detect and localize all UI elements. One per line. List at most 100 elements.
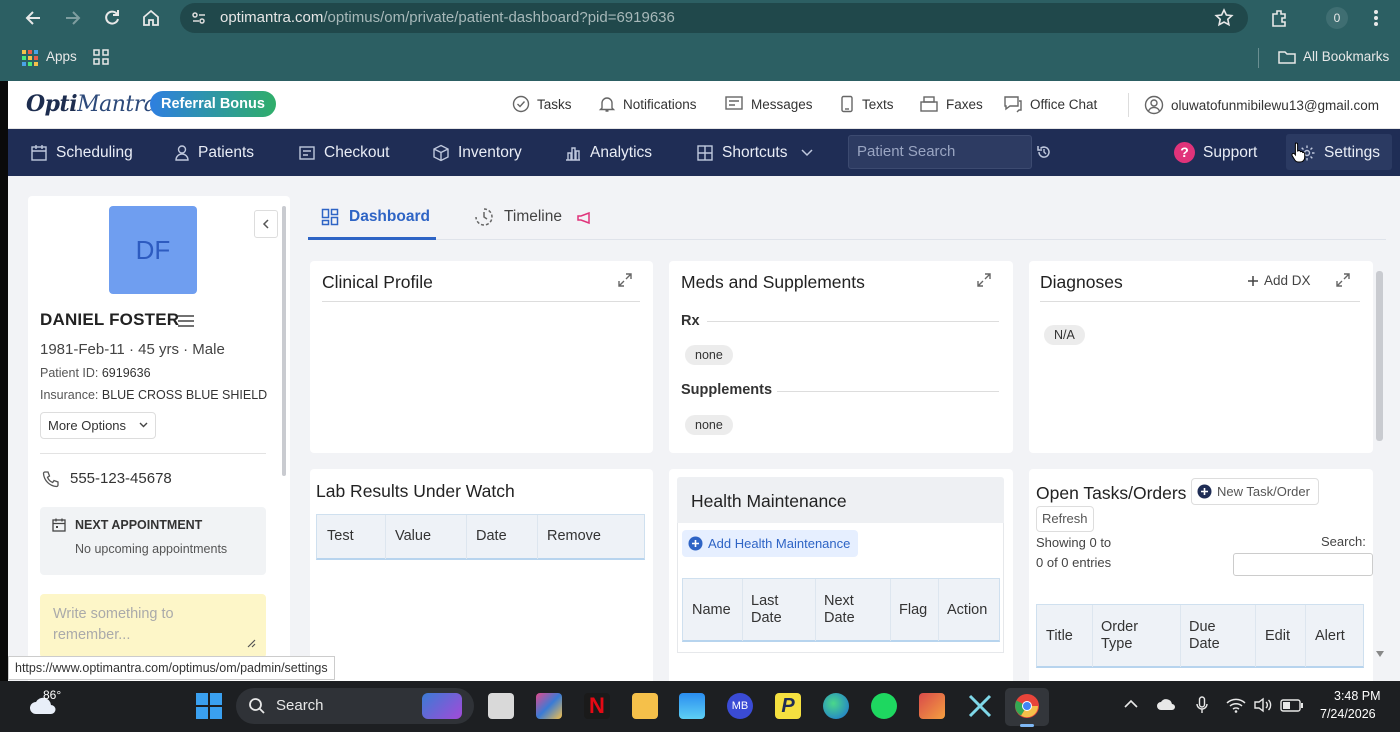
task-col-title[interactable]: Title: [1046, 628, 1073, 645]
patient-phone[interactable]: 555-123-45678: [70, 470, 172, 487]
add-dx-label: Add DX: [1264, 273, 1311, 288]
lab-col-remove[interactable]: Remove: [547, 528, 601, 545]
task-col-alert[interactable]: Alert: [1315, 628, 1345, 645]
task-col-order-type[interactable]: Order Type: [1101, 619, 1151, 653]
hm-col-next-date[interactable]: Next Date: [824, 593, 864, 627]
header-office-chat[interactable]: Office Chat: [1003, 95, 1097, 113]
edge-browser-icon[interactable]: [823, 693, 849, 719]
menu-kebab-icon[interactable]: [1372, 8, 1380, 28]
windows-start-icon[interactable]: [196, 693, 222, 719]
clock-date[interactable]: 7/24/2026: [1320, 707, 1376, 721]
megaphone-icon: [576, 211, 592, 225]
site-info-icon[interactable]: [191, 10, 207, 26]
add-health-maintenance-button[interactable]: Add Health Maintenance: [682, 530, 859, 557]
link-preview-url: https://www.optimantra.com/optimus/om/pa…: [8, 656, 335, 680]
onedrive-icon[interactable]: [1156, 697, 1176, 711]
reload-icon[interactable]: [102, 8, 122, 28]
referral-bonus-button[interactable]: Referral Bonus: [150, 91, 276, 117]
header-faxes[interactable]: Faxes: [919, 95, 983, 113]
tab-dashboard[interactable]: Dashboard: [308, 196, 436, 240]
forward-icon[interactable]: [62, 8, 82, 28]
clock-time[interactable]: 3:48 PM: [1334, 689, 1381, 703]
header-office-chat-label: Office Chat: [1030, 96, 1098, 112]
x-app-icon[interactable]: [967, 693, 993, 719]
hm-col-name[interactable]: Name: [692, 602, 731, 619]
open-tasks-table-header: Title Order Type Due Date Edit Alert: [1036, 604, 1364, 668]
volume-icon[interactable]: [1253, 697, 1273, 713]
battery-icon[interactable]: [1280, 699, 1304, 712]
user-account[interactable]: oluwatofunmibilewu13@gmail.com: [1144, 95, 1379, 115]
history-icon[interactable]: [1036, 144, 1052, 160]
lab-col-date[interactable]: Date: [476, 528, 507, 545]
mb-app-icon[interactable]: MB: [727, 693, 753, 719]
nav-patients[interactable]: Patients: [174, 129, 254, 176]
nav-shortcuts[interactable]: Shortcuts: [696, 129, 814, 176]
nav-settings[interactable]: Settings: [1298, 129, 1380, 176]
lab-col-value[interactable]: Value: [395, 528, 431, 545]
copilot-m365-icon[interactable]: [536, 693, 562, 719]
panel-scrollbar[interactable]: [282, 206, 286, 476]
nav-support[interactable]: ? Support: [1174, 129, 1257, 176]
task-view-icon[interactable]: [488, 693, 514, 719]
new-task-order-button[interactable]: New Task/Order: [1191, 478, 1319, 505]
col-sep: [815, 579, 816, 641]
patient-panel: DF DANIEL FOSTER 1981-Feb-11 · 45 yrs · …: [28, 196, 290, 681]
hm-col-flag[interactable]: Flag: [899, 602, 927, 619]
hamburger-icon[interactable]: [178, 314, 194, 328]
apps-grid-icon[interactable]: [22, 50, 38, 66]
tab-groups-icon[interactable]: [93, 49, 109, 65]
lab-col-test[interactable]: Test: [327, 528, 354, 545]
weather-temp[interactable]: 86°: [43, 688, 61, 702]
hm-col-last-date[interactable]: Last Date: [751, 593, 791, 627]
nav-checkout[interactable]: Checkout: [298, 129, 389, 176]
header-messages[interactable]: Messages: [724, 95, 813, 113]
taskbar-search-box[interactable]: Search: [236, 688, 474, 724]
expand-icon[interactable]: [1336, 273, 1350, 287]
chrome-icon[interactable]: [1014, 693, 1040, 719]
expand-icon[interactable]: [618, 273, 632, 287]
bookmark-star-icon[interactable]: [1214, 8, 1234, 28]
url-text[interactable]: optimantra.com/optimus/om/private/patien…: [220, 9, 675, 26]
all-bookmarks[interactable]: All Bookmarks: [1303, 49, 1389, 64]
game-app-icon[interactable]: [919, 693, 945, 719]
avatar: DF: [109, 206, 197, 294]
profile-badge[interactable]: 0: [1326, 7, 1348, 29]
netflix-icon[interactable]: N: [584, 693, 610, 719]
spotify-icon[interactable]: [871, 693, 897, 719]
extensions-icon[interactable]: [1269, 8, 1289, 28]
tray-overflow-chevron-icon[interactable]: [1124, 699, 1138, 708]
tab-timeline[interactable]: Timeline: [466, 196, 606, 240]
add-dx-button[interactable]: Add DX: [1247, 273, 1311, 288]
wifi-icon[interactable]: [1226, 697, 1246, 713]
refresh-button[interactable]: Refresh: [1036, 506, 1094, 532]
header-texts[interactable]: Texts: [839, 95, 894, 113]
file-explorer-icon[interactable]: [632, 693, 658, 719]
more-options-dropdown[interactable]: More Options: [40, 412, 156, 439]
tasks-search-input[interactable]: [1233, 553, 1373, 576]
apps-label[interactable]: Apps: [46, 49, 77, 64]
logo-text-b: Mantra: [77, 92, 157, 117]
resize-handle-icon[interactable]: [247, 639, 256, 648]
microphone-icon[interactable]: [1196, 696, 1208, 714]
expand-icon[interactable]: [977, 273, 991, 287]
collapse-panel-button[interactable]: [254, 210, 278, 238]
back-icon[interactable]: [24, 8, 44, 28]
nav-inventory[interactable]: Inventory: [432, 129, 522, 176]
showing-entries: Showing 0 to 0 of 0 entries: [1036, 535, 1112, 570]
sticky-note-input[interactable]: Write something to remember...: [40, 594, 266, 658]
nav-analytics[interactable]: Analytics: [564, 129, 652, 176]
task-col-edit[interactable]: Edit: [1265, 628, 1290, 645]
nav-scheduling[interactable]: Scheduling: [30, 129, 133, 176]
microsoft-store-icon[interactable]: [679, 693, 705, 719]
scroll-down-arrow-icon[interactable]: [1376, 651, 1384, 657]
optimantra-logo[interactable]: OptiMantra: [26, 91, 157, 117]
url-path: /optimus/om/private/patient-dashboard?pi…: [323, 9, 675, 26]
hm-col-action[interactable]: Action: [947, 602, 987, 619]
home-icon[interactable]: [141, 8, 161, 28]
header-notifications[interactable]: Notifications: [598, 95, 697, 113]
header-tasks[interactable]: Tasks: [512, 95, 572, 113]
task-col-due-date[interactable]: Due Date: [1189, 619, 1229, 653]
p-app-icon[interactable]: P: [775, 693, 801, 719]
content-scrollbar[interactable]: [1376, 271, 1383, 441]
patient-search-input[interactable]: Patient Search: [848, 135, 1032, 169]
